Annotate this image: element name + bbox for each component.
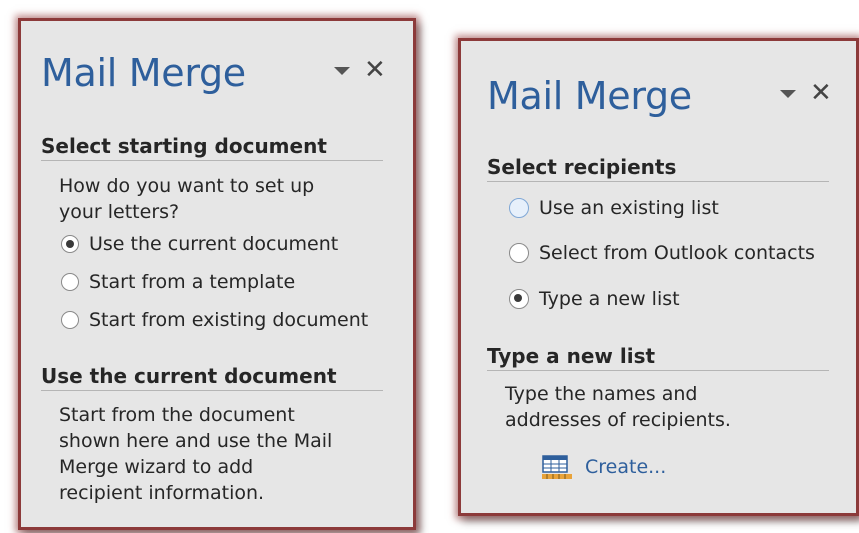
pane-title: Mail Merge	[487, 74, 692, 118]
dropdown-arrow-icon[interactable]	[334, 67, 350, 75]
description-line: Type the names and	[505, 383, 698, 405]
option-use-existing-list[interactable]: Use an existing list	[509, 197, 719, 219]
section-heading-select-recipients: Select recipients	[487, 155, 829, 182]
prompt-text: How do you want to set up your letters?	[59, 173, 314, 225]
radio-button-checked[interactable]	[509, 289, 529, 309]
radio-button[interactable]	[61, 273, 79, 291]
radio-button-checked[interactable]	[61, 235, 79, 253]
option-label: Use the current document	[89, 233, 339, 255]
mail-merge-pane-left: Mail Merge ✕ Select starting document Ho…	[18, 18, 416, 530]
description-line: recipient information.	[59, 482, 265, 504]
pane-controls: ✕	[334, 57, 386, 83]
option-label: Select from Outlook contacts	[539, 242, 815, 264]
radio-button[interactable]	[61, 311, 79, 329]
close-icon[interactable]: ✕	[810, 80, 832, 106]
description-text: Type the names and addresses of recipien…	[505, 381, 731, 433]
option-select-from-outlook-contacts[interactable]: Select from Outlook contacts	[509, 242, 815, 264]
option-start-from-existing-document[interactable]: Start from existing document	[61, 309, 368, 331]
option-type-new-list[interactable]: Type a new list	[509, 288, 680, 310]
close-icon[interactable]: ✕	[364, 57, 386, 83]
description-line: Merge wizard to add	[59, 456, 254, 478]
pane-controls: ✕	[780, 80, 832, 106]
description-line: shown here and use the Mail	[59, 430, 333, 452]
option-label: Start from existing document	[89, 309, 369, 331]
section-heading-use-current-document: Use the current document	[41, 364, 383, 391]
radio-button-hover[interactable]	[509, 198, 529, 218]
section-heading-type-new-list: Type a new list	[487, 344, 829, 371]
description-line: addresses of recipients.	[505, 409, 731, 431]
option-label: Type a new list	[539, 288, 680, 310]
prompt-line: How do you want to set up	[59, 175, 315, 197]
option-label: Start from a template	[89, 271, 296, 293]
mail-merge-pane-right: Mail Merge ✕ Select recipients Use an ex…	[458, 38, 859, 516]
option-start-from-template[interactable]: Start from a template	[61, 271, 295, 293]
option-use-current-document[interactable]: Use the current document	[61, 233, 338, 255]
create-link-label[interactable]: Create...	[585, 456, 666, 478]
description-line: Start from the document	[59, 404, 295, 426]
prompt-line: your letters?	[59, 201, 180, 223]
description-text: Start from the document shown here and u…	[59, 402, 332, 506]
table-edit-icon	[542, 455, 572, 479]
section-heading-starting-document: Select starting document	[41, 134, 383, 161]
create-link[interactable]: Create...	[541, 453, 666, 481]
radio-button[interactable]	[509, 243, 529, 263]
pane-title: Mail Merge	[41, 51, 246, 95]
dropdown-arrow-icon[interactable]	[780, 90, 796, 98]
option-label: Use an existing list	[539, 197, 719, 219]
